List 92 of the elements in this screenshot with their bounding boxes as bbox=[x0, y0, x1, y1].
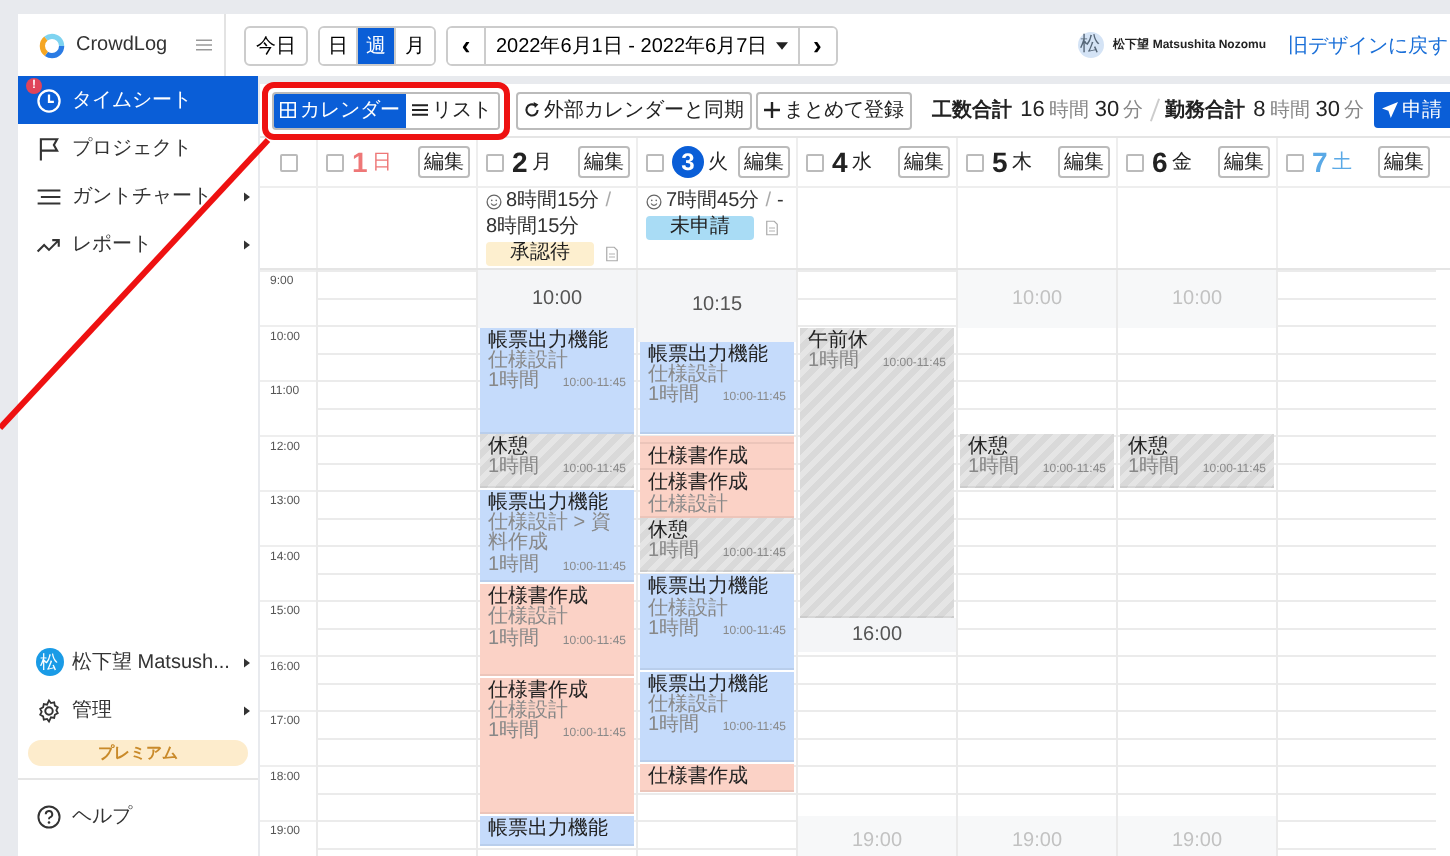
separator: / bbox=[605, 190, 611, 214]
event-block[interactable]: 仕様書作成 bbox=[640, 443, 794, 471]
user-avatar: 松 bbox=[1077, 32, 1104, 58]
submit-button[interactable]: 申請 bbox=[1374, 92, 1450, 128]
view-tab[interactable]: カレンダー bbox=[274, 93, 406, 127]
status-badge: 承認待 bbox=[486, 242, 594, 266]
total-unit: 分 bbox=[1123, 98, 1144, 124]
lines-icon bbox=[36, 183, 62, 209]
view-tab[interactable]: リスト bbox=[406, 93, 498, 127]
submitted-time: - bbox=[776, 190, 784, 214]
admin-menu-item[interactable]: 管理 bbox=[18, 686, 258, 734]
event-block[interactable]: 仕様書作成 仕様設計 bbox=[640, 470, 794, 517]
total-unit: 分 bbox=[1344, 98, 1364, 124]
list-icon bbox=[412, 102, 428, 118]
weekday: 月 bbox=[531, 150, 552, 176]
edit-button[interactable]: 編集 bbox=[578, 146, 630, 178]
total-label: 勤務合計 bbox=[1165, 97, 1246, 124]
app-name: CrowdLog bbox=[76, 34, 168, 56]
worked-time: 7時間45分 bbox=[666, 190, 760, 214]
caret-icon bbox=[775, 41, 788, 49]
day-checkbox[interactable] bbox=[1126, 153, 1144, 171]
weekday: 日 bbox=[371, 150, 392, 176]
day-number: 3 bbox=[672, 146, 704, 178]
event-block[interactable]: 仕様書作成 bbox=[640, 764, 794, 792]
old-design-link[interactable]: 旧デザインに戻す bbox=[1288, 31, 1448, 59]
weekday: 金 bbox=[1171, 150, 1192, 176]
event-block[interactable]: 帳票出力機能 bbox=[480, 816, 634, 846]
total-unit: 時間 bbox=[1048, 97, 1089, 124]
date-range-dropdown[interactable]: 2022年6月1日 - 2022年6月7日 bbox=[484, 27, 800, 63]
weekday: 水 bbox=[851, 149, 872, 176]
logo-icon bbox=[38, 31, 66, 59]
help-icon bbox=[36, 803, 62, 829]
total-value: 30 bbox=[1094, 98, 1120, 122]
day-number: 6 bbox=[1152, 146, 1168, 178]
user-menu-item[interactable]: 松 松下望 Matsush... bbox=[18, 638, 258, 686]
range-tab[interactable]: 週 bbox=[358, 27, 396, 63]
flag-icon bbox=[36, 135, 62, 161]
weekday: 火 bbox=[708, 149, 728, 176]
day-checkbox[interactable] bbox=[806, 153, 824, 171]
document-icon bbox=[766, 220, 778, 236]
time-marker: 10:15 bbox=[638, 270, 796, 342]
weekday: 木 bbox=[1011, 149, 1032, 176]
document-icon bbox=[606, 246, 618, 262]
menu-icon[interactable] bbox=[196, 38, 212, 52]
day-checkbox[interactable] bbox=[326, 153, 344, 171]
separator: / bbox=[765, 190, 771, 214]
grid-icon bbox=[280, 102, 296, 118]
edit-button[interactable]: 編集 bbox=[1218, 146, 1270, 178]
sidebar-item[interactable]: レポート bbox=[18, 220, 258, 268]
day-number: 2 bbox=[512, 146, 528, 178]
edit-button[interactable]: 編集 bbox=[1058, 146, 1110, 178]
day-number: 7 bbox=[1312, 146, 1328, 178]
sync-icon bbox=[524, 102, 540, 118]
edit-button[interactable]: 編集 bbox=[1378, 146, 1430, 178]
day-checkbox[interactable] bbox=[966, 153, 984, 171]
total-value: 30 bbox=[1315, 98, 1340, 122]
time-marker: 16:00 bbox=[798, 617, 956, 653]
help-item[interactable]: ヘルプ bbox=[18, 792, 258, 840]
bulk-register-button[interactable]: まとめて登録 bbox=[756, 91, 912, 129]
plus-icon bbox=[764, 102, 780, 118]
status-badge: 未申請 bbox=[646, 216, 754, 240]
day-number: 1 bbox=[352, 146, 368, 178]
day-number: 5 bbox=[992, 146, 1008, 178]
total-label: 工数合計 bbox=[932, 97, 1013, 124]
day-checkbox[interactable] bbox=[1286, 153, 1304, 171]
day-checkbox[interactable] bbox=[486, 153, 504, 171]
submitted-time: 8時間15分 bbox=[486, 216, 580, 240]
user-avatar: 松 bbox=[35, 648, 63, 676]
sidebar-item[interactable]: ガントチャート bbox=[18, 172, 258, 220]
total-value: 8 bbox=[1253, 98, 1266, 122]
smiley-icon bbox=[486, 194, 502, 210]
total-unit: 時間 bbox=[1269, 97, 1310, 124]
day-number: 4 bbox=[832, 146, 848, 178]
total-value: 16 bbox=[1020, 98, 1045, 122]
range-tab[interactable]: 日 bbox=[320, 27, 358, 63]
day-checkbox[interactable] bbox=[646, 153, 664, 171]
worked-time: 8時間15分 bbox=[506, 190, 600, 214]
weekday: 土 bbox=[1331, 149, 1352, 176]
edit-button[interactable]: 編集 bbox=[738, 146, 790, 178]
gear-icon bbox=[36, 697, 62, 723]
smiley-icon bbox=[646, 194, 662, 210]
clock-icon bbox=[36, 87, 62, 113]
plan-badge: プレミアム bbox=[28, 740, 248, 766]
send-icon bbox=[1382, 102, 1398, 118]
today-button[interactable]: 今日 bbox=[244, 25, 308, 65]
time-marker: 10:00 bbox=[478, 270, 636, 328]
select-all-checkbox[interactable] bbox=[279, 153, 297, 171]
event-block[interactable] bbox=[640, 435, 794, 444]
sidebar-item[interactable]: プロジェクト bbox=[18, 124, 258, 172]
sync-button[interactable]: 外部カレンダーと同期 bbox=[516, 91, 752, 129]
edit-button[interactable]: 編集 bbox=[898, 146, 950, 178]
edit-button[interactable]: 編集 bbox=[418, 146, 470, 178]
